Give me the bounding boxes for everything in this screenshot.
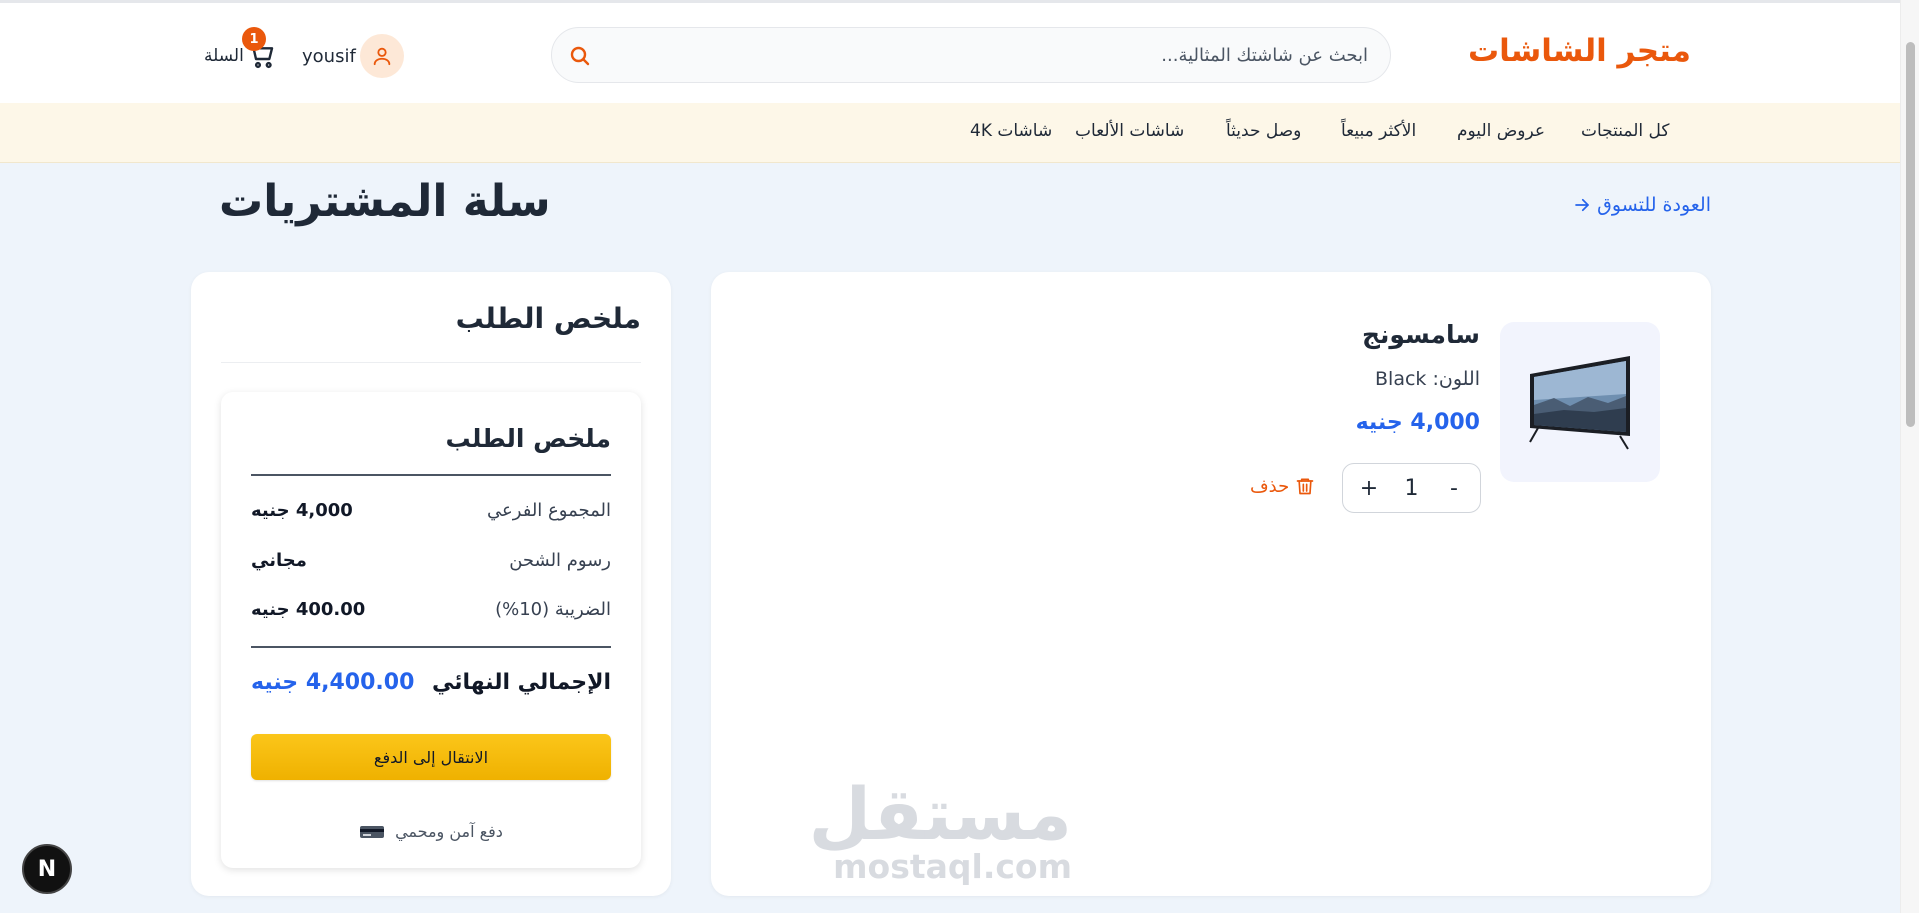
user-icon (359, 34, 404, 78)
order-summary-heading: ملخص الطلب (455, 302, 641, 335)
product-color: اللون: Black (1375, 368, 1480, 390)
total-value: 4,400.00 جنيه (251, 670, 415, 695)
page-scrollbar[interactable] (1900, 0, 1919, 913)
back-to-shopping-link[interactable]: العودة للتسوق (1573, 194, 1711, 216)
trash-icon (1296, 478, 1314, 495)
tax-value: 400.00 جنيه (251, 599, 366, 620)
tax-row: الضريبة (10%) 400.00 جنيه (251, 599, 611, 625)
divider (251, 646, 611, 648)
shipping-value: مجاني (251, 550, 307, 571)
order-summary-card: ملخص الطلب المجموع الفرعي 4,000 جنيه رسو… (221, 392, 641, 868)
search-input[interactable] (608, 28, 1378, 82)
delete-label: حذف (1250, 475, 1290, 497)
watermark-latin: mostaql.com (833, 847, 1072, 886)
product-image[interactable] (1500, 322, 1660, 482)
divider (221, 362, 641, 363)
subtotal-label: المجموع الفرعي (487, 500, 611, 521)
nav-item-all-products[interactable]: كل المنتجات (1581, 121, 1670, 141)
nav-item-gaming-monitors[interactable]: شاشات الألعاب (1075, 121, 1184, 141)
quantity-stepper: + 1 - (1342, 463, 1481, 513)
user-menu[interactable]: yousif (302, 33, 404, 79)
search-icon[interactable] (568, 44, 592, 68)
subtotal-value: 4,000 جنيه (251, 500, 353, 521)
cart-count-badge: 1 (242, 27, 266, 51)
credit-card-icon (360, 825, 385, 838)
store-logo[interactable]: متجر الشاشات (1468, 33, 1691, 69)
summary-card-title: ملخص الطلب (445, 424, 612, 453)
subtotal-row: المجموع الفرعي 4,000 جنيه (251, 500, 611, 526)
increase-quantity-button[interactable]: + (1359, 476, 1379, 501)
checkout-button[interactable]: الانتقال إلى الدفع (251, 734, 611, 780)
divider (251, 474, 611, 476)
site-header: متجر الشاشات yousif السلة 1 (0, 0, 1900, 103)
tax-label: الضريبة (10%) (495, 599, 611, 620)
tv-image (1529, 356, 1630, 450)
total-label: الإجمالي النهائي (431, 670, 611, 695)
decrease-quantity-button[interactable]: - (1444, 476, 1464, 501)
shipping-label: رسوم الشحن (509, 550, 611, 571)
back-link-label: العودة للتسوق (1597, 194, 1711, 216)
secure-payment-note: دفع آمن ومحمي (221, 822, 641, 841)
search-bar (551, 27, 1391, 83)
user-name: yousif (302, 45, 356, 67)
page-title: سلة المشتريات (219, 176, 551, 227)
total-row: الإجمالي النهائي 4,400.00 جنيه (251, 670, 611, 700)
order-summary-panel: ملخص الطلب ملخص الطلب المجموع الفرعي 4,0… (191, 272, 671, 896)
nav-item-4k-monitors[interactable]: شاشات 4K (970, 121, 1052, 141)
cart-label: السلة (204, 46, 244, 66)
nav-item-daily-deals[interactable]: عروض اليوم (1457, 121, 1545, 141)
watermark-arabic: مستقل (808, 772, 1072, 856)
product-price: 4,000 جنيه (1355, 410, 1480, 435)
secure-payment-label: دفع آمن ومحمي (395, 822, 503, 841)
delete-item-button[interactable]: حذف (1250, 475, 1315, 497)
nav-item-best-sellers[interactable]: الأكثر مبيعاً (1341, 121, 1416, 141)
scrollbar-thumb[interactable] (1906, 42, 1915, 427)
product-name[interactable]: سامسونج (1362, 320, 1480, 349)
nav-item-new-arrivals[interactable]: وصل حديثاً (1226, 121, 1301, 141)
arrow-right-icon (1575, 198, 1589, 212)
category-nav: كل المنتجات عروض اليوم الأكثر مبيعاً وصل… (0, 103, 1900, 163)
dev-tools-badge[interactable]: N (22, 844, 72, 894)
mostaql-watermark: مستقل mostaql.com (808, 772, 1072, 886)
shipping-row: رسوم الشحن مجاني (251, 550, 611, 576)
quantity-value: 1 (1404, 475, 1419, 501)
